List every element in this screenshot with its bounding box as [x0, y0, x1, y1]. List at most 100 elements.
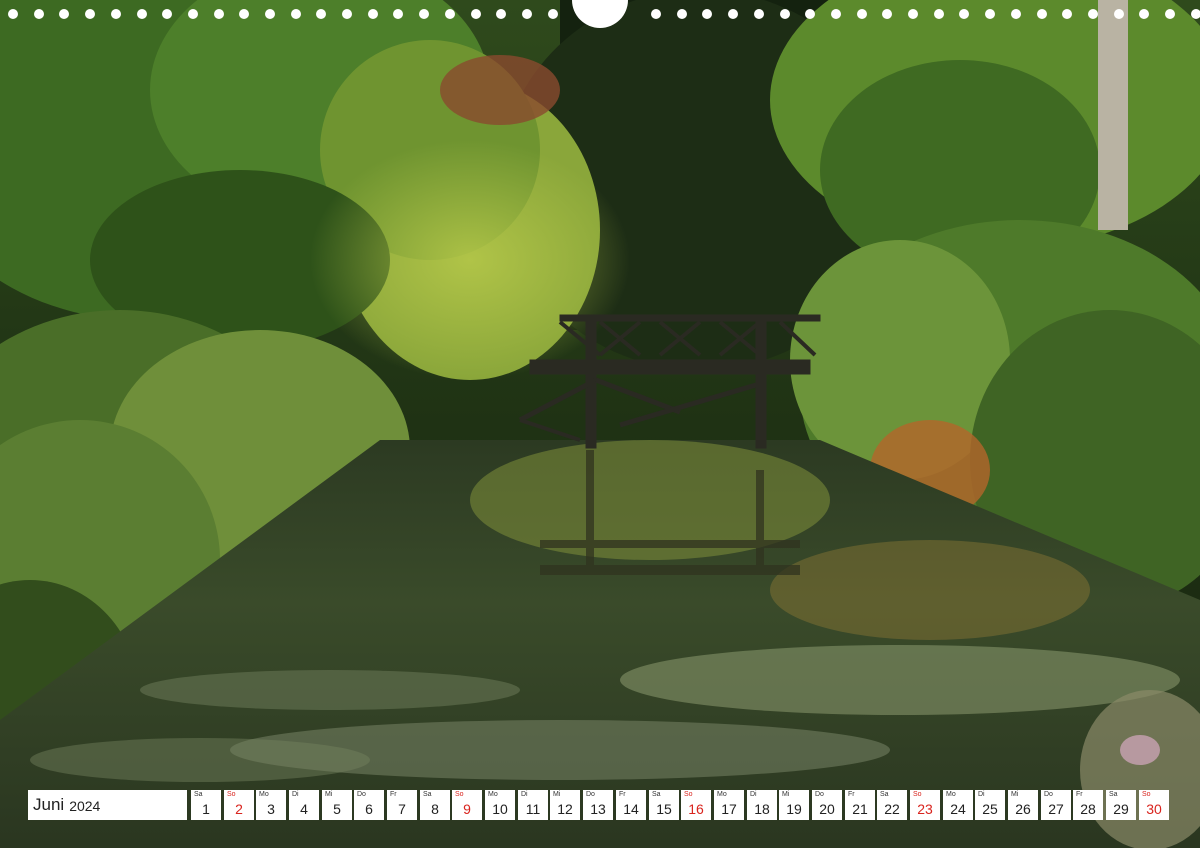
weekday-label: Mo: [717, 791, 727, 798]
binding-hole: [1088, 9, 1098, 19]
day-cell: Mi 26: [1008, 790, 1038, 820]
day-number: 26: [1015, 801, 1031, 817]
landscape-photo: [0, 0, 1200, 848]
day-number: 14: [623, 801, 639, 817]
day-number: 3: [267, 801, 275, 817]
binding-hole: [393, 9, 403, 19]
day-cell: Sa 15: [649, 790, 679, 820]
binding-hole: [214, 9, 224, 19]
forest-canal-bridge-image: [0, 0, 1200, 848]
weekday-label: Di: [521, 791, 528, 798]
calendar-strip: Juni 2024 Sa 1 So 2 Mo 3 Di 4 Mi 5 Do 6 Fr 7 Sa 8 So 9 Mo 1…: [28, 790, 1174, 820]
day-cell: Do 6: [354, 790, 384, 820]
weekday-label: Do: [357, 791, 366, 798]
weekday-label: So: [455, 791, 464, 798]
weekday-label: Sa: [880, 791, 889, 798]
binding-hole: [137, 9, 147, 19]
day-cell: So 30: [1139, 790, 1169, 820]
binding-hole: [188, 9, 198, 19]
day-number: 19: [786, 801, 802, 817]
day-number: 29: [1113, 801, 1129, 817]
binding-hole: [651, 9, 661, 19]
month-label: Juni 2024: [28, 790, 187, 820]
hanger-cutout: [572, 0, 628, 28]
binding-hole: [34, 9, 44, 19]
binding-hole: [496, 9, 506, 19]
day-cell: So 16: [681, 790, 711, 820]
day-number: 20: [819, 801, 835, 817]
day-number: 21: [852, 801, 868, 817]
day-cell: Mi 5: [322, 790, 352, 820]
weekday-label: Mo: [946, 791, 956, 798]
binding-hole: [805, 9, 815, 19]
binding-hole: [291, 9, 301, 19]
day-number: 9: [463, 801, 471, 817]
binding-hole: [1114, 9, 1124, 19]
weekday-label: Fr: [619, 791, 626, 798]
binding-hole: [959, 9, 969, 19]
day-number: 15: [656, 801, 672, 817]
weekday-label: Sa: [194, 791, 203, 798]
weekday-label: Sa: [652, 791, 661, 798]
day-cell: Fr 28: [1073, 790, 1103, 820]
day-cell: Do 13: [583, 790, 613, 820]
day-cell: So 23: [910, 790, 940, 820]
weekday-label: So: [1142, 791, 1151, 798]
day-cell: Sa 29: [1106, 790, 1136, 820]
day-cell: Mo 17: [714, 790, 744, 820]
day-cell: Fr 14: [616, 790, 646, 820]
day-cell: Sa 22: [877, 790, 907, 820]
day-number: 2: [235, 801, 243, 817]
day-cell: Do 27: [1041, 790, 1071, 820]
weekday-label: Mi: [553, 791, 561, 798]
binding-hole: [239, 9, 249, 19]
binding-hole: [85, 9, 95, 19]
binding-hole: [265, 9, 275, 19]
day-number: 18: [754, 801, 770, 817]
weekday-label: So: [913, 791, 922, 798]
weekday-label: Do: [815, 791, 824, 798]
binding-hole: [1165, 9, 1175, 19]
day-number: 22: [884, 801, 900, 817]
binding-hole: [59, 9, 69, 19]
weekday-label: Di: [292, 791, 299, 798]
binding-hole: [1011, 9, 1021, 19]
binding-hole: [857, 9, 867, 19]
day-number: 27: [1048, 801, 1064, 817]
binding-hole: [111, 9, 121, 19]
day-number: 24: [950, 801, 966, 817]
day-number: 30: [1146, 801, 1162, 817]
binding-hole: [316, 9, 326, 19]
binding-hole: [1037, 9, 1047, 19]
weekday-label: Sa: [1109, 791, 1118, 798]
binding-hole: [162, 9, 172, 19]
weekday-label: So: [227, 791, 236, 798]
weekday-label: Mi: [325, 791, 333, 798]
day-cell: Fr 7: [387, 790, 417, 820]
weekday-label: Sa: [423, 791, 432, 798]
binding-hole: [445, 9, 455, 19]
weekday-label: Mi: [1011, 791, 1019, 798]
weekday-label: Do: [1044, 791, 1053, 798]
weekday-label: Fr: [390, 791, 397, 798]
day-cell: Do 20: [812, 790, 842, 820]
day-number: 13: [590, 801, 606, 817]
year: 2024: [69, 798, 101, 814]
day-number: 1: [202, 801, 210, 817]
day-cell: Mo 10: [485, 790, 515, 820]
binding-holes: [0, 0, 1200, 30]
weekday-label: So: [684, 791, 693, 798]
day-cell: Di 11: [518, 790, 548, 820]
binding-hole: [522, 9, 532, 19]
day-number: 16: [688, 801, 704, 817]
day-number: 5: [333, 801, 341, 817]
binding-hole: [934, 9, 944, 19]
binding-hole: [419, 9, 429, 19]
binding-hole: [831, 9, 841, 19]
binding-hole: [908, 9, 918, 19]
binding-hole: [677, 9, 687, 19]
day-cell: Di 18: [747, 790, 777, 820]
binding-hole: [471, 9, 481, 19]
binding-hole: [1191, 9, 1200, 19]
day-cell: Sa 8: [420, 790, 450, 820]
